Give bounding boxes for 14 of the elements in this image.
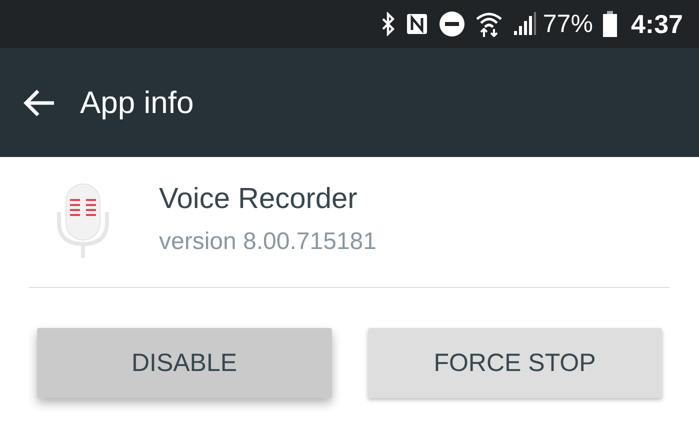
clock: 4:37 [630, 8, 683, 40]
nfc-icon [404, 12, 429, 36]
bluetooth-icon [380, 12, 395, 36]
signal-icon [512, 12, 537, 36]
action-button[interactable]: DISABLE [37, 328, 332, 398]
toolbar-title: App info [80, 84, 194, 120]
action-button[interactable]: FORCE STOP [368, 328, 662, 398]
battery-icon [602, 11, 617, 37]
app-version: version 8.00.715181 [159, 228, 376, 256]
back-button[interactable] [22, 88, 56, 118]
do-not-disturb-icon [438, 11, 465, 37]
battery-percent: 77% [542, 10, 593, 38]
wifi-icon [474, 11, 503, 37]
app-name: Voice Recorder [159, 182, 358, 216]
